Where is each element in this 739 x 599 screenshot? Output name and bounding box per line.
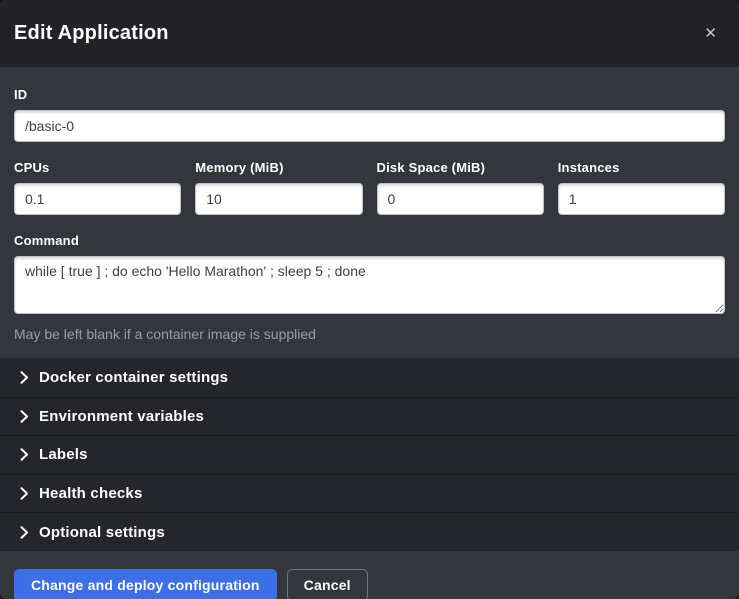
section-labels[interactable]: Labels xyxy=(0,435,739,474)
command-textarea[interactable]: while [ true ] ; do echo 'Hello Marathon… xyxy=(14,256,725,314)
cancel-button[interactable]: Cancel xyxy=(287,569,368,599)
resources-row: CPUs Memory (MiB) Disk Space (MiB) Insta… xyxy=(14,160,725,215)
command-label: Command xyxy=(14,233,725,248)
application-form: ID CPUs Memory (MiB) Disk Space (MiB) In… xyxy=(0,67,739,358)
section-label: Labels xyxy=(39,446,88,463)
memory-field-group: Memory (MiB) xyxy=(195,160,362,215)
cpus-field-group: CPUs xyxy=(14,160,181,215)
disk-input[interactable] xyxy=(377,183,544,215)
command-help-text: May be left blank if a container image i… xyxy=(14,326,725,342)
chevron-right-icon xyxy=(20,371,29,384)
section-optional-settings[interactable]: Optional settings xyxy=(0,512,739,551)
section-label: Optional settings xyxy=(39,524,165,541)
cpus-input[interactable] xyxy=(14,183,181,215)
instances-label: Instances xyxy=(558,160,725,175)
section-docker-container-settings[interactable]: Docker container settings xyxy=(0,358,739,397)
id-field-group: ID xyxy=(14,87,725,142)
memory-label: Memory (MiB) xyxy=(195,160,362,175)
disk-field-group: Disk Space (MiB) xyxy=(377,160,544,215)
section-environment-variables[interactable]: Environment variables xyxy=(0,397,739,436)
chevron-right-icon xyxy=(20,526,29,539)
chevron-right-icon xyxy=(20,410,29,423)
memory-input[interactable] xyxy=(195,183,362,215)
section-label: Health checks xyxy=(39,485,142,502)
section-label: Environment variables xyxy=(39,408,204,425)
edit-application-modal: Edit Application ✕ ID CPUs Memory (MiB) … xyxy=(0,0,739,599)
close-icon[interactable]: ✕ xyxy=(698,22,723,45)
instances-field-group: Instances xyxy=(558,160,725,215)
collapsible-sections: Docker container settings Environment va… xyxy=(0,358,739,551)
disk-label: Disk Space (MiB) xyxy=(377,160,544,175)
id-input[interactable] xyxy=(14,110,725,142)
chevron-right-icon xyxy=(20,487,29,500)
id-label: ID xyxy=(14,87,725,102)
modal-header: Edit Application ✕ xyxy=(0,0,739,67)
command-field-group: Command while [ true ] ; do echo 'Hello … xyxy=(14,233,725,342)
modal-title: Edit Application xyxy=(14,22,169,45)
modal-footer: Change and deploy configuration Cancel xyxy=(0,551,739,599)
cpus-label: CPUs xyxy=(14,160,181,175)
instances-input[interactable] xyxy=(558,183,725,215)
chevron-right-icon xyxy=(20,448,29,461)
section-label: Docker container settings xyxy=(39,369,228,386)
change-and-deploy-button[interactable]: Change and deploy configuration xyxy=(14,569,277,599)
section-health-checks[interactable]: Health checks xyxy=(0,474,739,513)
